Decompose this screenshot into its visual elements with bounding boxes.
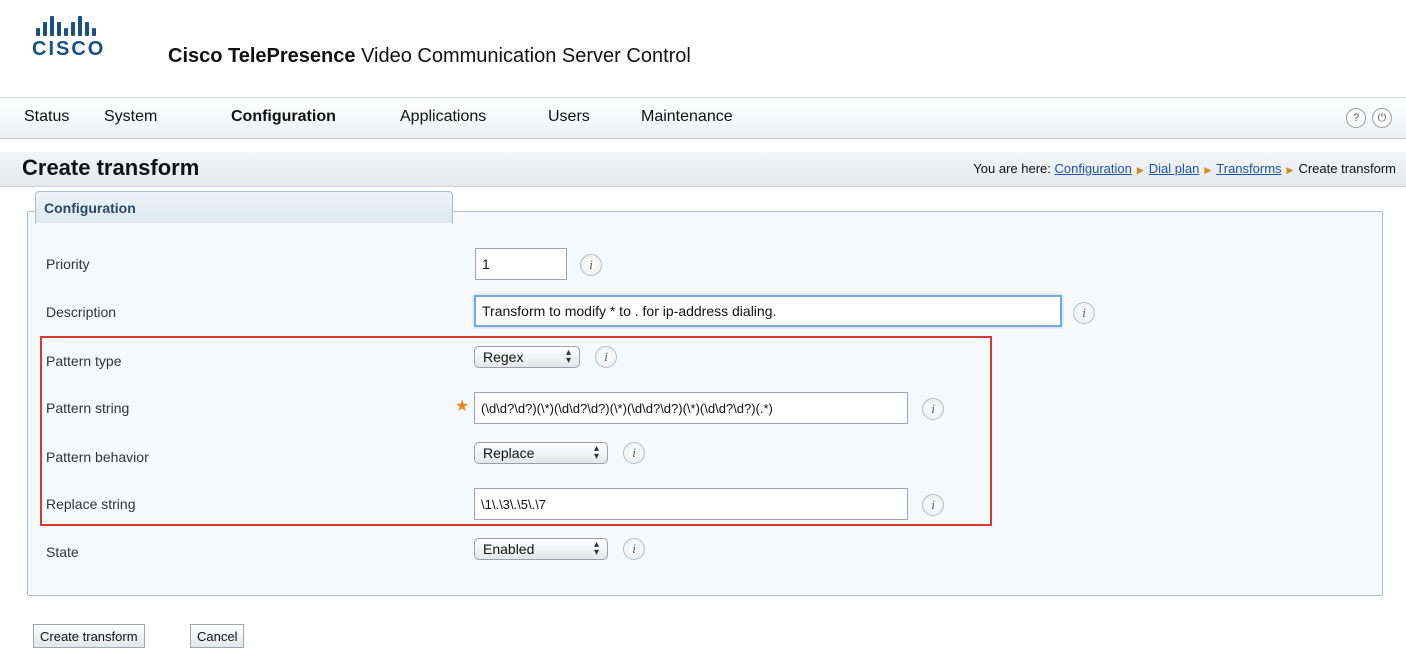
product-title: Cisco TelePresence Video Communication S… xyxy=(168,45,691,68)
required-star-icon: ★ xyxy=(455,398,470,415)
description-label: Description xyxy=(46,304,117,320)
section-tab: Configuration xyxy=(35,191,453,224)
breadcrumb-transforms[interactable]: Transforms xyxy=(1216,161,1281,176)
description-input[interactable] xyxy=(474,295,1062,327)
breadcrumb-dial-plan[interactable]: Dial plan xyxy=(1149,161,1200,176)
cisco-logo-text: CISCO xyxy=(32,38,106,60)
replace-string-input[interactable] xyxy=(474,488,908,520)
pattern-string-label: Pattern string xyxy=(46,400,130,416)
logout-icon[interactable]: ⏻ xyxy=(1372,108,1392,128)
pattern-type-value: Regex xyxy=(483,349,524,365)
breadcrumb-configuration[interactable]: Configuration xyxy=(1055,161,1132,176)
breadcrumb-arrow-icon: ▶ xyxy=(1286,165,1294,175)
cisco-bars-icon xyxy=(32,14,152,36)
priority-input[interactable] xyxy=(475,248,567,280)
section-tab-join xyxy=(36,223,452,225)
page-header: Create transform You are here: Configura… xyxy=(0,152,1406,187)
nav-configuration[interactable]: Configuration xyxy=(231,108,336,126)
pattern-behavior-info-icon[interactable]: i xyxy=(623,442,645,464)
breadcrumb-arrow-icon: ▶ xyxy=(1136,165,1144,175)
select-arrows-icon: ▴ ▾ xyxy=(565,347,571,366)
nav-icons: ? ⏻ xyxy=(1346,108,1392,128)
breadcrumb-current: Create transform xyxy=(1298,161,1396,176)
breadcrumb-arrow-icon: ▶ xyxy=(1204,165,1212,175)
pattern-behavior-value: Replace xyxy=(483,445,535,461)
state-select[interactable]: Enabled ▴ ▾ xyxy=(474,538,608,560)
cisco-logo: CISCO xyxy=(32,14,152,64)
create-transform-button[interactable]: Create transform xyxy=(33,624,145,648)
breadcrumb-prefix: You are here: xyxy=(973,161,1051,176)
state-info-icon[interactable]: i xyxy=(623,538,645,560)
select-arrows-icon: ▴ ▾ xyxy=(593,443,599,462)
page-title: Create transform xyxy=(22,155,200,180)
priority-label: Priority xyxy=(46,256,90,272)
nav-users[interactable]: Users xyxy=(548,108,590,126)
pattern-behavior-select[interactable]: Replace ▴ ▾ xyxy=(474,442,608,464)
state-label: State xyxy=(46,544,79,560)
product-title-bold: Cisco TelePresence xyxy=(168,45,356,67)
main-nav: Status System Configuration Applications… xyxy=(0,97,1406,139)
nav-maintenance[interactable]: Maintenance xyxy=(641,108,733,126)
pattern-string-info-icon[interactable]: i xyxy=(922,398,944,420)
select-arrows-icon: ▴ ▾ xyxy=(593,539,599,558)
section-title: Configuration xyxy=(44,200,136,216)
product-title-rest: Video Communication Server Control xyxy=(355,45,691,67)
description-info-icon[interactable]: i xyxy=(1073,302,1095,324)
pattern-type-select[interactable]: Regex ▴ ▾ xyxy=(474,346,580,368)
nav-system[interactable]: System xyxy=(104,108,157,126)
nav-applications[interactable]: Applications xyxy=(400,108,486,126)
pattern-type-info-icon[interactable]: i xyxy=(595,346,617,368)
replace-string-label: Replace string xyxy=(46,496,136,512)
pattern-string-input[interactable] xyxy=(474,392,908,424)
pattern-behavior-label: Pattern behavior xyxy=(46,449,149,465)
cancel-button[interactable]: Cancel xyxy=(190,624,245,648)
breadcrumb: You are here: Configuration ▶ Dial plan ▶ Tr… xyxy=(973,161,1396,176)
help-icon[interactable]: ? xyxy=(1346,108,1366,128)
nav-status[interactable]: Status xyxy=(24,108,69,126)
replace-string-info-icon[interactable]: i xyxy=(922,494,944,516)
state-value: Enabled xyxy=(483,541,535,557)
pattern-type-label: Pattern type xyxy=(46,353,122,369)
priority-info-icon[interactable]: i xyxy=(580,254,602,276)
